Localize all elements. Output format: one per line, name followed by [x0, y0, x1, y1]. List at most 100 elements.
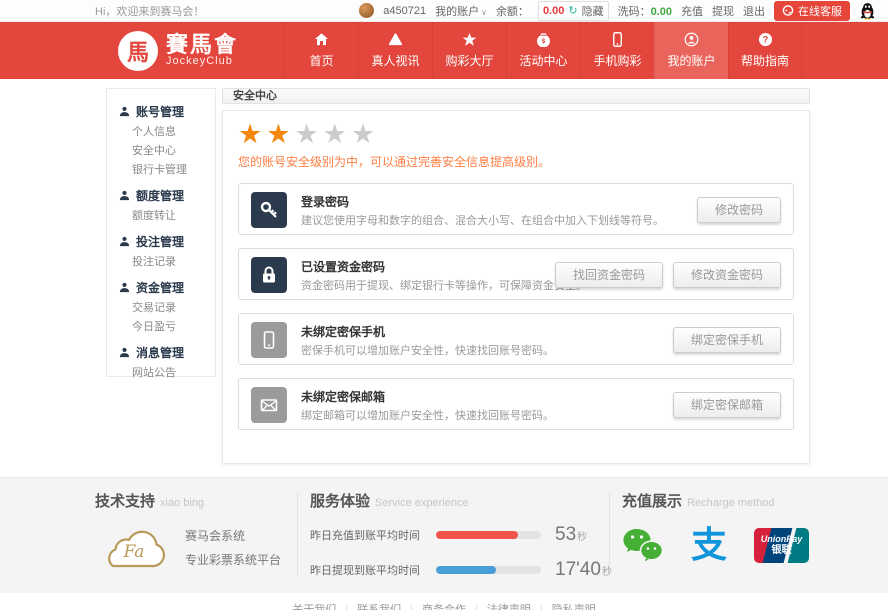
recharge-title: 充值展示 — [622, 493, 682, 510]
username: a450721 — [383, 5, 426, 17]
home-icon — [314, 32, 329, 47]
money-bag-icon: $ — [536, 32, 551, 47]
qq-icon[interactable] — [859, 2, 876, 20]
svg-text:$: $ — [542, 38, 546, 45]
nav-item-activity-center[interactable]: $ 活动中心 — [506, 22, 580, 79]
cloud-logo-icon: Fa — [95, 523, 173, 573]
service-subtitle: Service experience — [375, 497, 469, 509]
hide-balance-button[interactable]: 隐藏 — [582, 3, 604, 19]
question-circle-icon: ? — [758, 32, 773, 47]
star-icon: ★ — [238, 119, 266, 149]
service-title: 服务体验 — [310, 493, 370, 510]
play-triangle-icon — [388, 32, 403, 47]
balance-value: 0.00 — [543, 5, 564, 17]
washcode-value: 0.00 — [651, 6, 672, 18]
lock-icon — [251, 257, 287, 293]
sidebar-item-site-announcements[interactable]: 网站公告 — [107, 364, 215, 383]
star-icon: ★ — [323, 119, 351, 149]
bottom-links: 关于我们联系我们商务合作法律声明隐私声明 — [0, 593, 888, 610]
sidebar-item-transaction-records[interactable]: 交易记录 — [107, 299, 215, 318]
card-title: 登录密码 — [301, 193, 349, 210]
card-desc: 密保手机可以增加账户安全性，快速找回账号密码。 — [301, 342, 554, 358]
person-icon — [119, 106, 130, 117]
phone-icon — [251, 322, 287, 358]
nav-menu: 首页 真人视讯 购彩大厅 $ 活动中心 手机购彩 我的账户 ? 帮助指南 — [284, 22, 802, 79]
link-legal-statement[interactable]: 法律声明 — [487, 604, 552, 610]
bind-phone-button[interactable]: 绑定密保手机 — [673, 327, 781, 353]
brand-logo[interactable]: 馬 賽馬會 JockeyClub — [118, 22, 238, 79]
sidebar: 账号管理 个人信息 安全中心 银行卡管理 额度管理 额度转让 投注管理 投注记录… — [106, 88, 216, 377]
sidebar-item-quota-transfer[interactable]: 额度转让 — [107, 207, 215, 226]
withdraw-time-value: 17'40 — [555, 559, 601, 580]
alipay-icon: 支 — [691, 526, 727, 564]
nav-item-mobile-lottery[interactable]: 手机购彩 — [580, 22, 654, 79]
person-icon — [119, 190, 130, 201]
brand-name-cn: 賽馬會 — [166, 33, 238, 56]
bind-email-button[interactable]: 绑定密保邮箱 — [673, 392, 781, 418]
withdraw-time-unit: 秒 — [602, 567, 612, 578]
security-card-phone: 未绑定密保手机 密保手机可以增加账户安全性，快速找回账号密码。 绑定密保手机 — [238, 313, 794, 365]
refresh-icon[interactable]: ↻ — [568, 4, 577, 17]
my-account-menu[interactable]: 我的账户∨ — [435, 3, 487, 19]
person-icon — [119, 347, 130, 358]
star-icon — [462, 32, 477, 47]
card-desc: 建议您使用字母和数字的组合、混合大小写、在组合中加入下划线等符号。 — [301, 212, 664, 228]
sidebar-section-quota[interactable]: 额度管理 — [107, 184, 215, 207]
recover-fund-password-button[interactable]: 找回资金密码 — [555, 262, 663, 288]
link-contact-us[interactable]: 联系我们 — [357, 604, 422, 610]
link-about-us[interactable]: 关于我们 — [292, 604, 357, 610]
online-service-button[interactable]: 在线客服 — [774, 1, 850, 21]
balance-label: 余额： — [496, 3, 529, 19]
withdraw-link[interactable]: 提现 — [712, 3, 734, 19]
star-icon: ★ — [266, 119, 294, 149]
footer: 技术支持xiao bing Fa 赛马会系统 专业彩票系统平台 服务体验Serv… — [0, 477, 888, 593]
sidebar-section-betting[interactable]: 投注管理 — [107, 230, 215, 253]
tech-line1: 赛马会系统 — [185, 524, 281, 548]
sidebar-item-today-profit[interactable]: 今日盈亏 — [107, 318, 215, 337]
recharge-subtitle: Recharge method — [687, 497, 774, 509]
sidebar-item-security-center[interactable]: 安全中心 — [107, 142, 215, 161]
progress-fill-withdraw — [436, 566, 496, 574]
nav-item-help-guide[interactable]: ? 帮助指南 — [728, 22, 802, 79]
nav-item-live-video[interactable]: 真人视讯 — [358, 22, 432, 79]
security-panel: ★★★★★ 您的账号安全级别为中，可以通过完善安全信息提高级别。 登录密码 建议… — [222, 110, 810, 464]
page-title: 安全中心 — [222, 88, 810, 104]
balance-box: 0.00 ↻ 隐藏 — [538, 1, 609, 21]
washcode: 洗码：0.00 — [618, 3, 672, 19]
card-title: 未绑定密保邮箱 — [301, 388, 385, 405]
security-stars: ★★★★★ — [238, 119, 794, 149]
brand-emblem-icon: 馬 — [118, 31, 158, 71]
sidebar-item-bet-records[interactable]: 投注记录 — [107, 253, 215, 272]
progress-track — [436, 531, 541, 539]
wechat-pay-icon — [622, 527, 664, 563]
link-business-cooperation[interactable]: 商务合作 — [422, 604, 487, 610]
nav-item-lottery-hall[interactable]: 购彩大厅 — [432, 22, 506, 79]
key-icon — [251, 192, 287, 228]
progress-fill-recharge — [436, 531, 518, 539]
sidebar-item-personal-info[interactable]: 个人信息 — [107, 123, 215, 142]
brand-name-en: JockeyClub — [166, 56, 238, 68]
sidebar-section-messages[interactable]: 消息管理 — [107, 341, 215, 364]
recharge-link[interactable]: 充值 — [681, 3, 703, 19]
change-password-button[interactable]: 修改密码 — [697, 197, 781, 223]
nav-item-home[interactable]: 首页 — [284, 22, 358, 79]
change-fund-password-button[interactable]: 修改资金密码 — [673, 262, 781, 288]
service-row-withdraw: 昨日提现到账平均时间 17'40秒 — [310, 559, 612, 581]
progress-track — [436, 566, 541, 574]
welcome-text: Hi，欢迎来到赛马会！ — [95, 3, 204, 19]
security-card-fund-password: 已设置资金密码 资金密码用于提现、绑定银行卡等操作，可保障资金安全。 找回资金密… — [238, 248, 794, 300]
main-navbar: 馬 賽馬會 JockeyClub 首页 真人视讯 购彩大厅 $ 活动中心 手机购… — [0, 22, 888, 79]
star-icon: ★ — [294, 119, 322, 149]
link-privacy-statement[interactable]: 隐私声明 — [552, 604, 596, 610]
nav-item-my-account[interactable]: 我的账户 — [654, 22, 728, 79]
mail-icon — [251, 387, 287, 423]
sidebar-section-funds[interactable]: 资金管理 — [107, 276, 215, 299]
chevron-down-icon: ∨ — [481, 8, 487, 17]
sidebar-section-account[interactable]: 账号管理 — [107, 100, 215, 123]
security-message: 您的账号安全级别为中，可以通过完善安全信息提高级别。 — [238, 153, 794, 170]
headset-icon — [782, 3, 794, 18]
sidebar-item-bank-card[interactable]: 银行卡管理 — [107, 161, 215, 180]
security-card-login-password: 登录密码 建议您使用字母和数字的组合、混合大小写、在组合中加入下划线等符号。 修… — [238, 183, 794, 235]
logout-link[interactable]: 退出 — [743, 3, 765, 19]
avatar[interactable] — [359, 3, 374, 18]
